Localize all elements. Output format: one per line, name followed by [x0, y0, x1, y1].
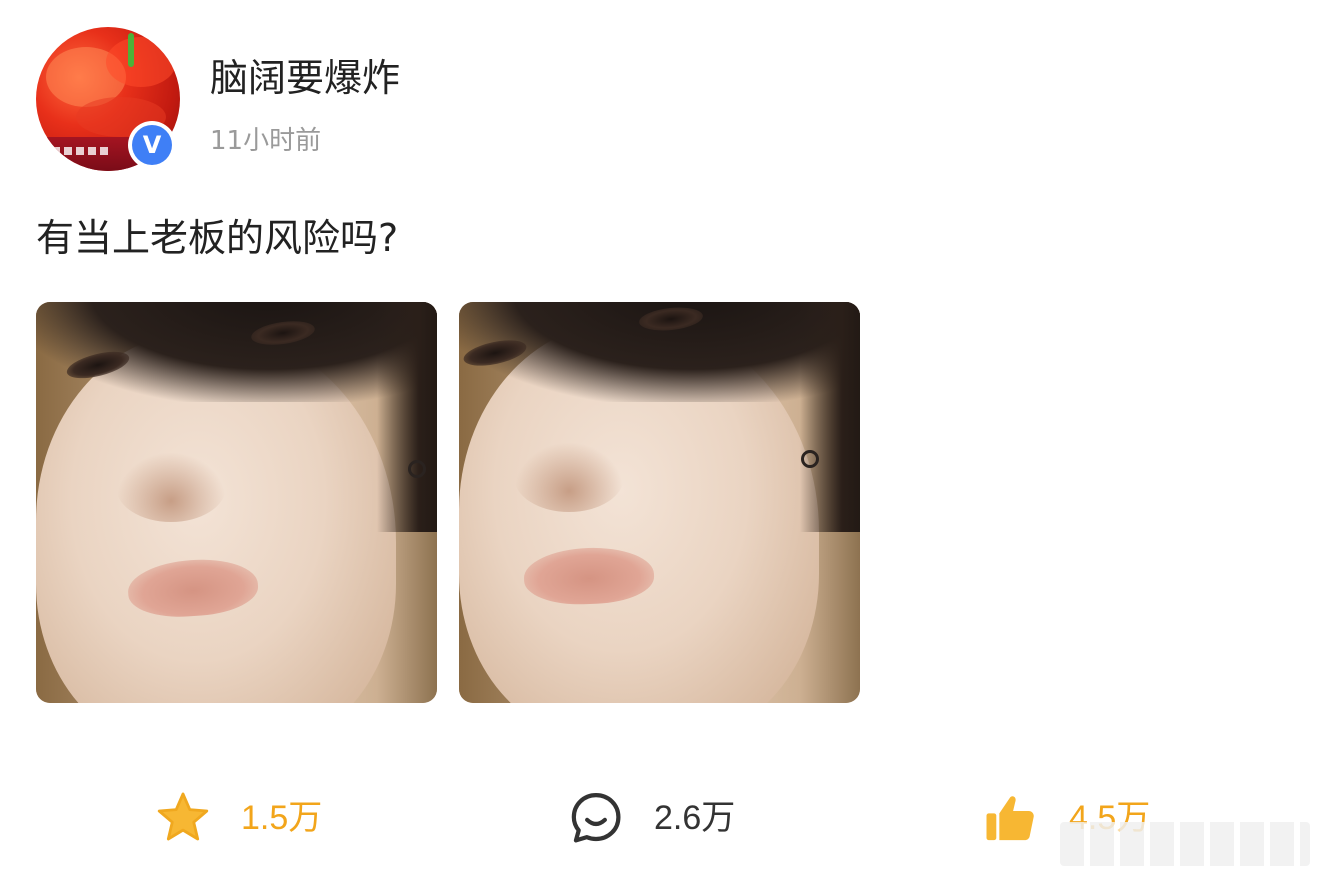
comment-icon — [571, 793, 621, 843]
verified-icon: V — [128, 121, 176, 169]
favorite-button[interactable]: 1.5万 — [155, 788, 322, 848]
star-icon — [157, 792, 209, 841]
thumbs-up-icon — [986, 796, 1034, 841]
verified-badge-label: V — [132, 125, 172, 165]
post-image-1[interactable] — [36, 302, 437, 703]
author-name[interactable]: 脑阔要爆炸 — [210, 52, 400, 104]
comment-button[interactable]: 2.6万 — [568, 788, 735, 848]
post-text: 有当上老板的风险吗? — [36, 216, 399, 260]
watermark — [1060, 822, 1310, 866]
post-time: 11小时前 — [210, 126, 322, 156]
favorite-count: 1.5万 — [241, 799, 323, 837]
post-image-2[interactable] — [459, 302, 860, 703]
comment-count: 2.6万 — [654, 799, 736, 837]
